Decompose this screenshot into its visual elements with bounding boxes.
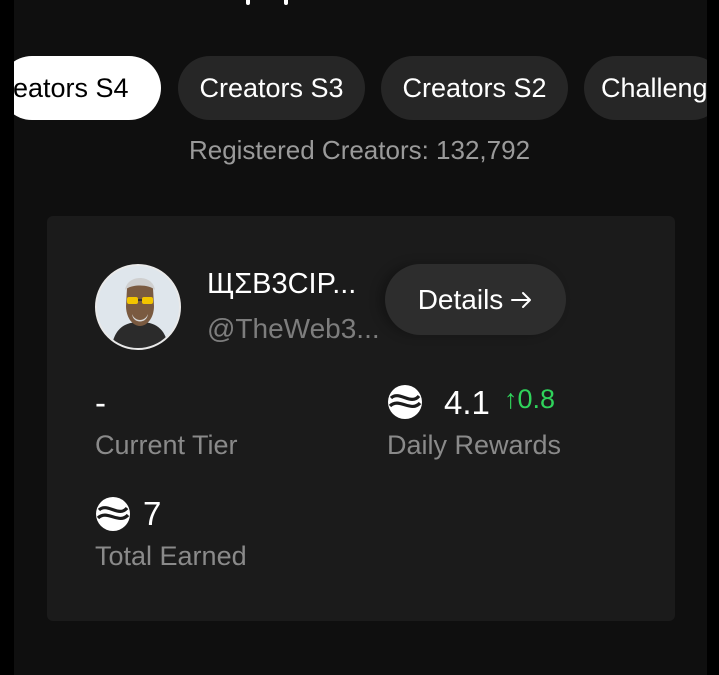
daily-rewards-label: Daily Rewards [387,430,562,460]
avatar[interactable] [95,264,181,350]
arrow-up-icon: ↑ [504,384,518,414]
tab-label: Creators S3 [199,73,344,103]
total-earned-label: Total Earned [95,541,247,571]
total-earned-value: 7 [143,495,162,532]
creator-card: ЩΣB3CIP... @TheWeb3... Details - Current… [47,216,675,621]
creator-handle: @TheWeb3... [207,313,380,344]
current-tier-value: - [95,384,106,421]
delta-value: 0.8 [517,384,556,414]
daily-rewards-delta: ↑0.8 [504,384,555,415]
tab-creators-s4[interactable]: reators S4 [14,56,161,120]
token-coin-icon [388,385,422,419]
tab-creators-s3[interactable]: Creators S3 [178,56,365,120]
tab-creators-s2[interactable]: Creators S2 [381,56,568,120]
tab-label: reators S4 [14,73,129,103]
tab-label: Challeng [601,73,707,103]
creator-name: ЩΣB3CIP... [207,268,357,300]
token-coin-icon [96,497,130,531]
daily-rewards-value: 4.1 [444,384,490,421]
current-tier-label: Current Tier [95,430,238,460]
details-button[interactable]: Details [385,264,566,335]
arrow-right-icon [511,264,533,335]
registered-creators-count: Registered Creators: 132,792 [188,135,531,165]
tab-label: Creators S2 [402,73,547,103]
truncated-title-glyph [246,0,288,5]
tab-challenges[interactable]: Challeng [584,56,707,120]
details-label: Details [417,284,504,315]
season-tabs: reators S4 Creators S3 Creators S2 Chall… [14,56,707,120]
